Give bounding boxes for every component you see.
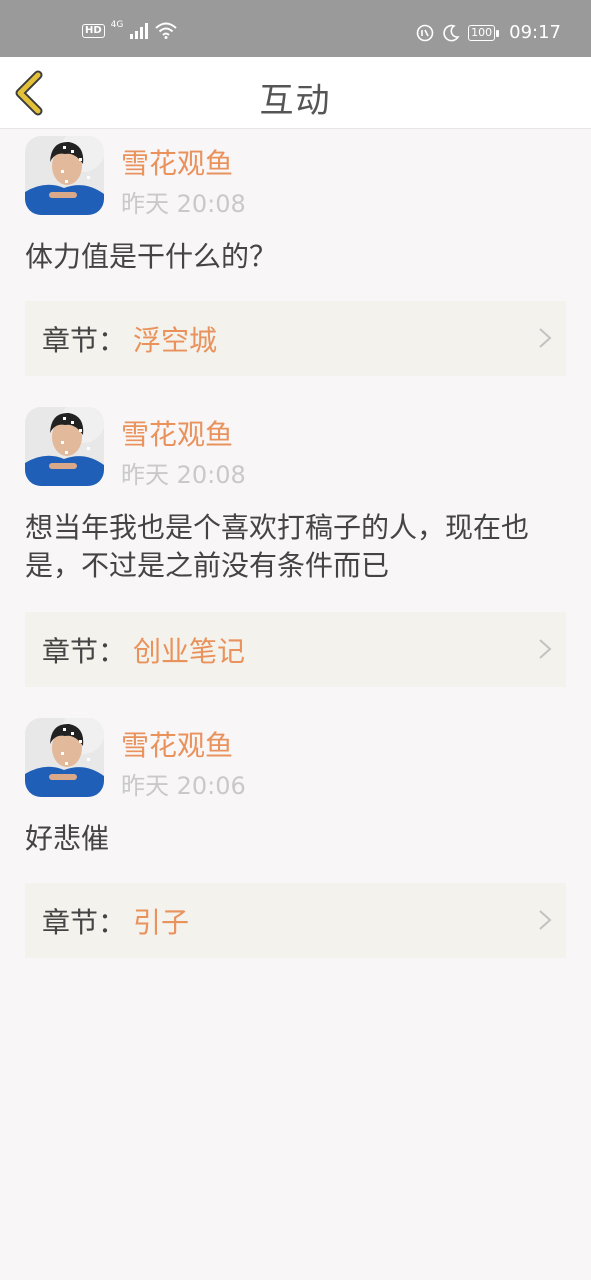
timestamp: 昨天 20:08	[121, 190, 246, 218]
chapter-link[interactable]: 章节： 引子	[25, 883, 566, 958]
chapter-name: 引子	[133, 906, 190, 939]
page-title: 互动	[259, 81, 332, 121]
avatar-image	[25, 407, 104, 486]
data-saver-icon	[416, 24, 434, 41]
status-time: 09:17	[509, 22, 561, 43]
username[interactable]: 雪花观鱼	[121, 413, 233, 453]
chevron-right-icon	[539, 910, 552, 930]
chapter-name: 创业笔记	[133, 635, 246, 668]
username[interactable]: 雪花观鱼	[121, 724, 233, 764]
avatar[interactable]	[25, 718, 104, 797]
avatar-image	[25, 718, 104, 797]
chapter-link[interactable]: 章节： 创业笔记	[25, 612, 566, 687]
avatar-image	[25, 136, 104, 215]
username[interactable]: 雪花观鱼	[121, 142, 233, 182]
status-bar-right: 100 09:17	[416, 22, 561, 43]
chapter-link[interactable]: 章节： 浮空城	[25, 301, 566, 376]
signal-icon	[130, 22, 149, 39]
timestamp: 昨天 20:06	[121, 772, 246, 800]
app-header: 互动	[0, 57, 591, 129]
comment-text: 想当年我也是个喜欢打稿子的人，现在也是，不过是之前没有条件而已	[25, 511, 530, 582]
comment-text: 好悲催	[25, 822, 110, 855]
status-bar: HD 4G 100 09:17	[0, 0, 591, 57]
hd-badge: HD	[82, 23, 105, 38]
chevron-right-icon	[539, 639, 552, 659]
avatar[interactable]	[25, 136, 104, 215]
chapter-label: 章节：	[42, 906, 127, 939]
avatar[interactable]	[25, 407, 104, 486]
status-bar-left: HD 4G	[82, 19, 178, 39]
comment-text: 体力值是干什么的？	[25, 240, 278, 273]
network-type: 4G	[110, 19, 124, 30]
battery-icon: 100	[468, 24, 500, 41]
chapter-label: 章节：	[42, 324, 127, 357]
chapter-name: 浮空城	[133, 324, 218, 357]
chevron-right-icon	[539, 328, 552, 348]
timestamp: 昨天 20:08	[121, 461, 246, 489]
wifi-icon	[155, 22, 178, 39]
chapter-label: 章节：	[42, 635, 127, 668]
moon-icon	[443, 24, 460, 41]
